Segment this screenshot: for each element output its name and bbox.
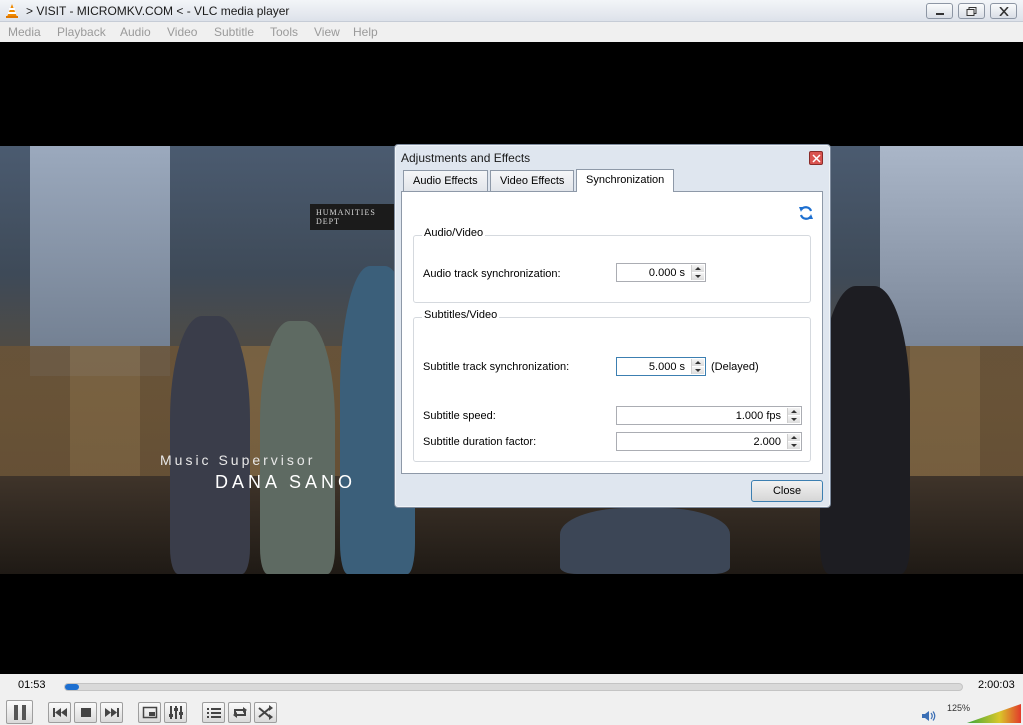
menu-view[interactable]: View [314,25,340,39]
maximize-icon [966,7,977,16]
vlc-cone-icon [6,4,18,18]
loop-icon [233,707,247,718]
menu-video[interactable]: Video [167,25,197,39]
increment-arrow-icon[interactable] [788,408,800,415]
subtitle-duration-stepper [787,434,800,449]
dialog-title: Adjustments and Effects [401,151,531,165]
adjustments-dialog: Adjustments and Effects Audio Effects Vi… [394,144,831,508]
decrement-arrow-icon[interactable] [692,273,704,280]
decrement-arrow-icon[interactable] [788,416,800,423]
loop-button[interactable] [228,702,251,723]
subtitle-sync-spinbox[interactable]: 5.000 s [616,357,706,376]
maximize-button[interactable] [958,3,985,19]
shuffle-button[interactable] [254,702,277,723]
subtitle-sync-stepper [691,359,704,374]
increment-arrow-icon[interactable] [788,434,800,441]
subtitle-duration-value: 2.000 [753,436,781,448]
minimize-icon [936,13,944,15]
menu-tools[interactable]: Tools [270,25,298,39]
menu-subtitle[interactable]: Subtitle [214,25,254,39]
synchronization-panel: Audio/Video Audio track synchronization:… [401,191,823,474]
subtitle-sync-label: Subtitle track synchronization: [423,361,570,373]
subtitles-video-group-title: Subtitles/Video [422,309,500,321]
stop-icon [81,708,91,717]
decrement-arrow-icon[interactable] [788,442,800,449]
fullscreen-icon [142,706,158,719]
next-icon [105,708,119,717]
previous-icon [53,708,67,717]
speaker-icon[interactable] [921,710,937,722]
video-scene-wall-right [880,146,1023,346]
playback-controls: 01:53 2:00:03 125% [0,674,1023,725]
subtitle-credit-role: Music Supervisor [160,452,316,468]
menu-bar: Media Playback Audio Video Subtitle Tool… [0,22,1023,42]
extended-settings-button[interactable] [164,702,187,723]
subtitle-speed-label: Subtitle speed: [423,410,496,422]
video-scene-wall-left [30,146,170,376]
video-scene-person [260,321,335,574]
tab-video-effects[interactable]: Video Effects [490,170,575,191]
seek-progress [65,684,79,690]
stop-button[interactable] [74,702,97,723]
elapsed-time: 01:53 [18,679,46,691]
video-scene-sign: HUMANITIES DEPT [310,204,400,230]
playlist-button[interactable] [202,702,225,723]
audio-sync-label: Audio track synchronization: [423,268,561,280]
seek-slider[interactable] [64,683,963,691]
subtitle-speed-stepper [787,408,800,423]
video-scene-person [560,508,730,574]
video-scene-person [820,286,910,574]
subtitle-duration-spinbox[interactable]: 2.000 [616,432,802,451]
subtitle-duration-label: Subtitle duration factor: [423,436,537,448]
menu-help[interactable]: Help [353,25,378,39]
menu-playback[interactable]: Playback [57,25,106,39]
dialog-close-text-button[interactable]: Close [751,480,823,502]
tab-synchronization[interactable]: Synchronization [576,169,675,192]
pause-icon [14,705,26,720]
tab-audio-effects[interactable]: Audio Effects [403,170,488,191]
subtitle-sync-value: 5.000 s [648,361,685,373]
increment-arrow-icon[interactable] [692,359,704,366]
close-button[interactable] [990,3,1017,19]
menu-media[interactable]: Media [8,25,41,39]
subtitle-speed-spinbox[interactable]: 1.000 fps [616,406,802,425]
dialog-close-button[interactable] [809,151,823,165]
reset-icon[interactable] [797,204,815,222]
playlist-icon [207,708,221,718]
video-scene-person [170,316,250,574]
decrement-arrow-icon[interactable] [692,367,704,374]
audio-video-group: Audio/Video Audio track synchronization:… [413,227,811,303]
menu-audio[interactable]: Audio [120,25,151,39]
increment-arrow-icon[interactable] [692,265,704,272]
subtitle-speed-value: 1.000 fps [735,410,781,422]
fullscreen-button[interactable] [138,702,161,723]
volume-fill [967,704,1021,723]
audio-sync-value: 0.000 s [648,267,685,279]
pause-button[interactable] [6,700,33,724]
window-title: > VISIT - MICROMKV.COM < - VLC media pla… [26,4,290,18]
subtitle-credit-name: DANA SANO [215,472,357,492]
extended-settings-icon [169,706,183,719]
previous-button[interactable] [48,702,71,723]
total-time: 2:00:03 [978,679,1015,691]
title-bar: > VISIT - MICROMKV.COM < - VLC media pla… [0,0,1023,22]
audio-sync-stepper [691,265,704,280]
subtitle-sync-status: (Delayed) [711,361,759,373]
minimize-button[interactable] [926,3,953,19]
shuffle-icon [258,705,273,720]
volume-slider[interactable] [967,704,1021,723]
next-button[interactable] [100,702,123,723]
audio-sync-spinbox[interactable]: 0.000 s [616,263,706,282]
audio-video-group-title: Audio/Video [422,227,486,239]
close-icon [812,154,821,163]
subtitles-video-group: Subtitles/Video Subtitle track synchroni… [413,309,811,462]
close-icon [999,7,1009,16]
